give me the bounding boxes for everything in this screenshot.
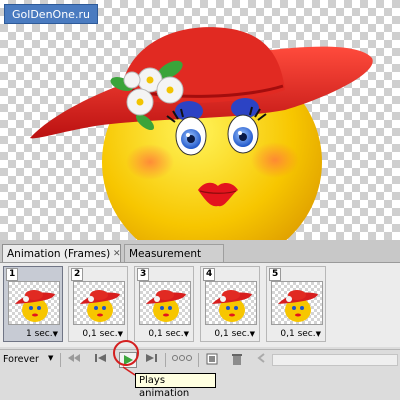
toolbar-divider [198,353,199,367]
close-icon[interactable]: ✕ [113,245,121,263]
tab-measurement-log[interactable]: Measurement Log [124,244,224,278]
frame-number: 1 [6,268,19,281]
animation-toolbar: Forever ▼ [0,349,400,370]
frame-delay[interactable]: 0,1 sec.▼ [148,329,189,339]
frame-delay-label: 0,1 sec. [82,329,118,339]
frame-number: 5 [269,268,282,281]
frame-delay[interactable]: 0,1 sec.▼ [280,329,321,339]
frame-thumbnail [73,281,125,325]
previous-frame-icon[interactable] [93,353,109,367]
first-frame-icon[interactable] [66,353,82,367]
animation-frame[interactable]: 2 0,1 sec.▼ [68,266,128,342]
frame-thumbnail [271,281,323,325]
delete-frame-icon[interactable] [229,353,245,367]
frame-thumbnail [8,281,60,325]
frame-delay[interactable]: 0,1 sec.▼ [82,329,123,339]
frame-number: 3 [137,268,150,281]
play-button-highlight-circle [113,340,139,366]
toolbar-divider [165,353,166,367]
pointer-arrow-icon [122,366,136,376]
frame-delay[interactable]: 0,1 sec.▼ [214,329,255,339]
dropdown-arrow-icon: ▼ [117,330,123,338]
duplicate-frame-icon[interactable] [204,353,220,367]
frame-delay-label: 0,1 sec. [280,329,316,339]
dropdown-arrow-icon: ▼ [52,330,58,338]
frame-thumbnail [205,281,257,325]
loop-options-label: Forever [3,354,39,365]
frame-thumbnail [139,281,191,325]
tab-animation-frames[interactable]: Animation (Frames) ✕ [2,244,121,262]
animation-frame[interactable]: 1 1 sec.▼ [3,266,63,342]
tween-icon[interactable] [172,353,192,367]
document-canvas[interactable]: GolDenOne.ru [0,0,400,240]
toolbar-divider [60,353,61,367]
dropdown-arrow-icon[interactable]: ▼ [48,354,53,362]
frames-strip: 1 1 sec.▼ 2 0,1 sec.▼ 3 0,1 sec.▼ 4 0,1 … [0,263,400,347]
frame-delay[interactable]: 1 sec.▼ [26,329,58,339]
frame-delay-label: 0,1 sec. [214,329,250,339]
dropdown-arrow-icon: ▼ [183,330,189,338]
next-frame-icon[interactable] [143,353,159,367]
frame-number: 2 [71,268,84,281]
frames-scrollbar[interactable] [272,354,398,366]
frame-delay-label: 1 sec. [25,329,53,339]
tooltip: Plays animation [135,373,216,399]
tab-animation-label: Animation (Frames) [7,248,111,260]
animation-frame[interactable]: 5 0,1 sec.▼ [266,266,326,342]
animation-frame[interactable]: 3 0,1 sec.▼ [134,266,194,342]
frame-number: 4 [203,268,216,281]
scroll-left-icon[interactable] [254,353,270,367]
watermark-label: GolDenOne.ru [4,4,98,24]
frame-delay-label: 0,1 sec. [148,329,184,339]
animation-frame[interactable]: 4 0,1 sec.▼ [200,266,260,342]
smiley-artwork [30,27,373,240]
dropdown-arrow-icon: ▼ [249,330,255,338]
dropdown-arrow-icon: ▼ [315,330,321,338]
panel-tab-bar: Animation (Frames) ✕ Measurement Log [0,240,400,278]
